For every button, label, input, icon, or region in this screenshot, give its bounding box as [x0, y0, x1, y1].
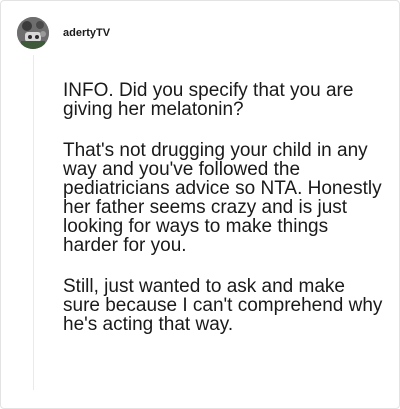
username[interactable]: adertyTV	[63, 27, 110, 39]
comment-header: adertyTV	[17, 15, 110, 51]
comment-paragraph: INFO. Did you specify that you are givin…	[63, 80, 354, 120]
comment-paragraph: That's not drugging your child in any wa…	[63, 140, 382, 256]
comment-paragraph: Still, just wanted to ask and make sure …	[63, 276, 383, 335]
thread-line[interactable]	[33, 55, 34, 390]
user-avatar[interactable]	[17, 17, 49, 49]
avatar-image	[17, 17, 49, 49]
comment-card: adertyTV INFO. Did you specify that you …	[0, 0, 400, 409]
comment-body: INFO. Did you specify that you are givin…	[63, 81, 383, 356]
